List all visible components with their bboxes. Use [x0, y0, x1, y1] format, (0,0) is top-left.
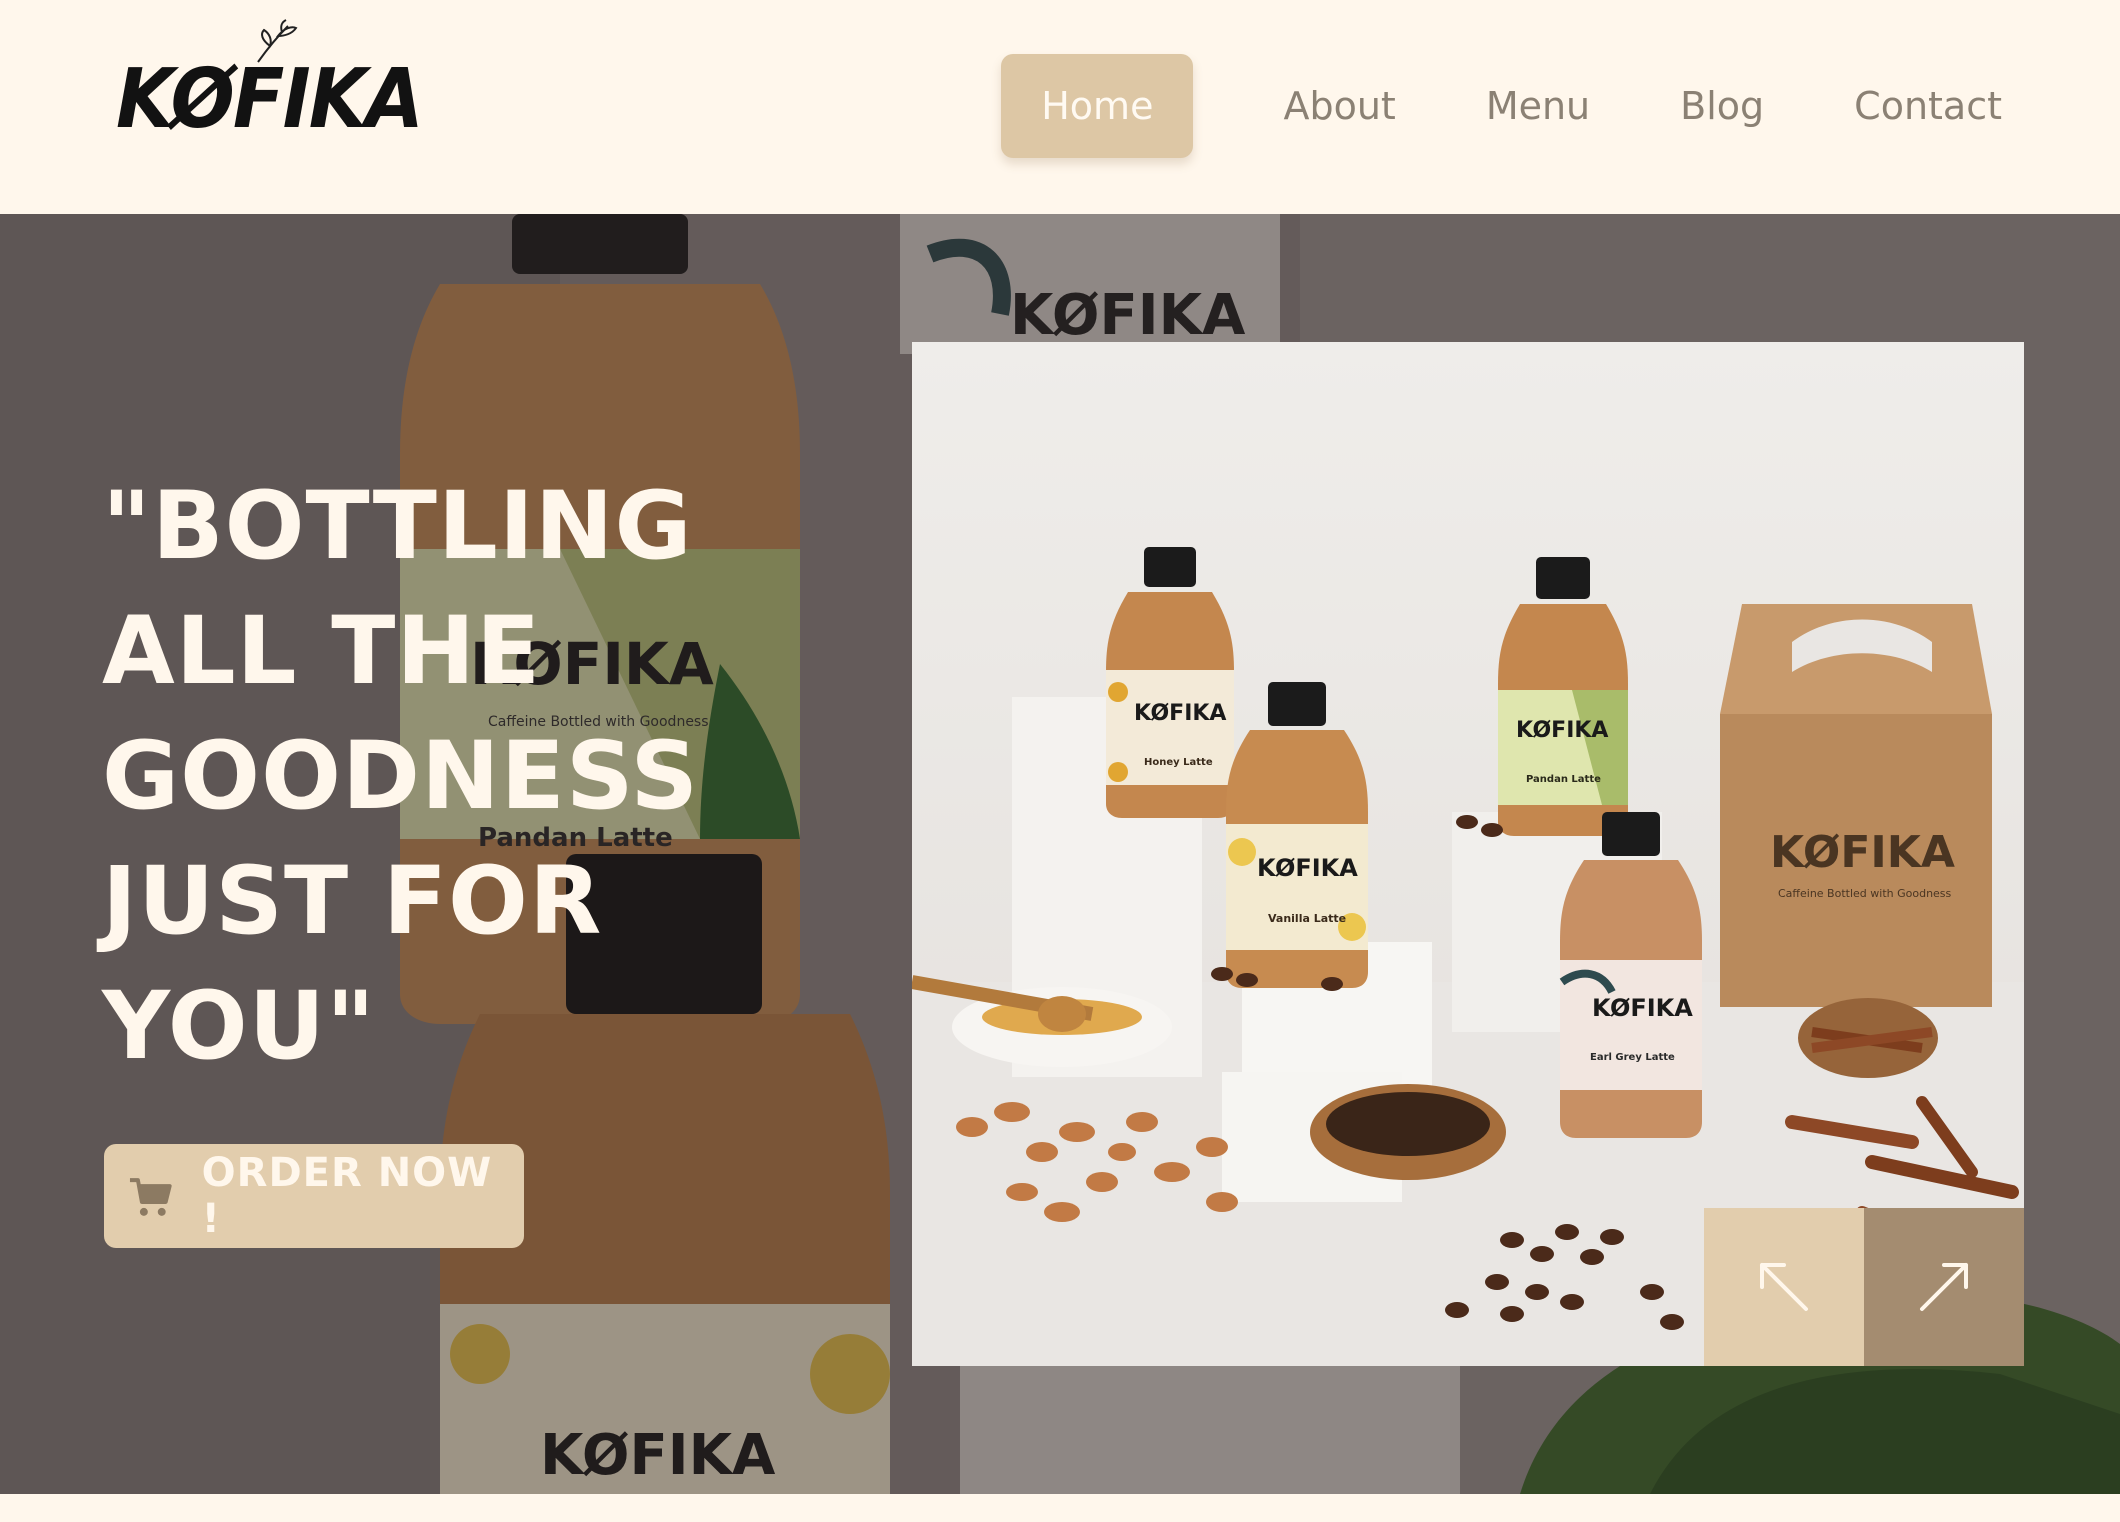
main-nav: Home About Menu Blog Contact — [1001, 54, 2002, 158]
nav-about[interactable]: About — [1283, 54, 1395, 158]
box-tagline: Caffeine Bottled with Goodness — [1778, 887, 1952, 900]
nav-blog[interactable]: Blog — [1680, 54, 1764, 158]
nav-contact[interactable]: Contact — [1854, 54, 2002, 158]
arrow-up-left-icon — [1760, 1263, 1808, 1311]
logo-wordmark: KØFIKA — [116, 52, 424, 147]
hero-headline: "BOTTLING ALL THE GOODNESS JUST FOR YOU" — [102, 464, 862, 1089]
headline-line-5: YOU" — [102, 972, 376, 1081]
arrow-up-right-icon — [1920, 1263, 1968, 1311]
site-header: KØFIKA Home About Menu Blog Contact — [0, 0, 2120, 214]
svg-text:KØFIKA: KØFIKA — [1257, 854, 1358, 882]
box-brand: KØFIKA — [1770, 827, 1955, 878]
svg-text:KØFIKA: KØFIKA — [1516, 718, 1608, 743]
label-vanilla-latte: Vanilla Latte — [1268, 912, 1346, 925]
svg-text:KØFIKA: KØFIKA — [1592, 994, 1693, 1022]
order-now-label: ORDER NOW ! — [201, 1150, 493, 1242]
slider-next-button[interactable] — [1864, 1208, 2024, 1366]
cart-icon — [129, 1178, 172, 1216]
svg-text:KØFIKA: KØFIKA — [1134, 701, 1226, 726]
headline-line-2: ALL THE — [102, 597, 542, 706]
slider-prev-button[interactable] — [1704, 1208, 1864, 1366]
nav-home[interactable]: Home — [1001, 54, 1194, 158]
page-bottom-strip — [0, 1494, 2120, 1522]
headline-line-3: GOODNESS — [102, 722, 700, 831]
hero-section: KØFIKA KØFIKA Caffeine Bottled with Good… — [0, 214, 2120, 1494]
label-pandan-latte: Pandan Latte — [1526, 774, 1601, 785]
label-earl-grey-latte: Earl Grey Latte — [1590, 1052, 1675, 1063]
headline-line-1: "BOTTLING — [102, 472, 693, 581]
label-honey-latte: Honey Latte — [1144, 757, 1213, 768]
headline-line-4: JUST FOR — [102, 847, 603, 956]
order-now-button[interactable]: ORDER NOW ! — [104, 1144, 524, 1248]
brand-logo[interactable]: KØFIKA — [112, 18, 424, 147]
nav-menu[interactable]: Menu — [1486, 54, 1590, 158]
